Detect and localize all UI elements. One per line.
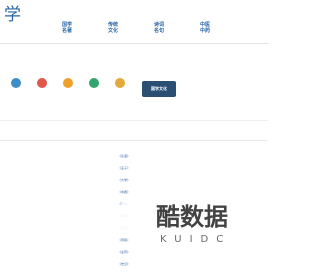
category-item[interactable] [10, 78, 22, 88]
divider [0, 140, 268, 141]
category-item[interactable] [62, 78, 74, 88]
top-navigation: 学 国学名著 传统文化 诗词名句 中医中药 [0, 0, 268, 44]
watermark-subtext: KUIDC [160, 234, 232, 245]
category-item[interactable] [114, 78, 126, 88]
category-icon [37, 78, 47, 88]
watermark-text: 酷数据 [156, 203, 228, 231]
nav-group-title[interactable]: 传统文化 [108, 22, 122, 34]
book-link[interactable]: 《大学》 [118, 178, 130, 182]
category-icon [115, 78, 125, 88]
watermark-logo: 酷数据 KUIDC [116, 196, 236, 262]
category-item[interactable] [36, 78, 48, 88]
category-icon [63, 78, 73, 88]
nav-group-title[interactable]: 国学名著 [62, 22, 76, 34]
book-link[interactable]: 《孟子》 [118, 166, 130, 170]
category-item[interactable] [88, 78, 100, 88]
nav-group-title[interactable]: 诗词名句 [154, 22, 168, 34]
guoxue-culture-button[interactable]: 国学文化 [142, 81, 176, 97]
divider [0, 120, 268, 121]
nav-group-title[interactable]: 中医中药 [200, 22, 214, 34]
category-icon [89, 78, 99, 88]
category-icon [11, 78, 21, 88]
site-logo[interactable]: 学 [4, 0, 21, 25]
book-link[interactable]: 《史记》 [118, 262, 130, 266]
book-link[interactable]: 《论语》 [118, 154, 130, 158]
book-link[interactable]: 《中庸》 [118, 190, 130, 194]
